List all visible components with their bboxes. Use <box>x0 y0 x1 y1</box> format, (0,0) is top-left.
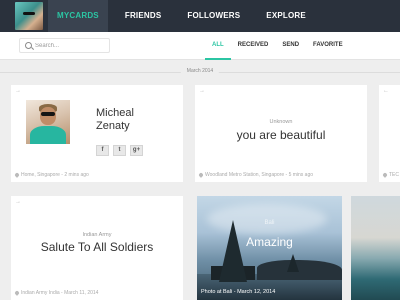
photo-title: Amazing <box>246 235 293 249</box>
social-links: f t g+ <box>96 145 143 156</box>
filter-received[interactable]: RECEIVED <box>231 32 276 60</box>
date-label: March 2014 <box>180 68 220 74</box>
caption-text: Photo at Bali - March 12, 2014 <box>201 289 276 295</box>
photo-caption: Photo at Bali - March 12, 2014 <box>201 289 275 295</box>
top-navbar: MYCARDS FRIENDS FOLLOWERS EXPLORE <box>0 0 400 32</box>
location-pin-icon <box>14 289 20 296</box>
footer-text: Woodland Metro Station, Singapore - 5 mi… <box>205 172 314 178</box>
army-text: Salute To All Soldiers <box>40 240 154 254</box>
main-nav: MYCARDS FRIENDS FOLLOWERS EXPLORE <box>48 0 315 32</box>
photo-shirt <box>30 126 66 144</box>
photo-sunglasses <box>41 112 55 116</box>
nav-explore[interactable]: EXPLORE <box>257 0 315 32</box>
profile-first-name: Micheal <box>96 107 134 119</box>
profile-photo <box>26 100 70 144</box>
army-kicker: Indian Army <box>82 232 112 238</box>
filter-favorite[interactable]: FAVORITE <box>306 32 350 60</box>
photo-head <box>40 107 56 125</box>
search-input[interactable] <box>35 39 107 52</box>
filter-bar: ALL RECEIVED SEND FAVORITE <box>0 32 400 60</box>
location-pin-icon <box>14 171 20 178</box>
army-card[interactable]: → Indian Army Salute To All Soldiers Ind… <box>11 196 183 300</box>
photo-trees <box>257 260 342 280</box>
card-footer: Home, Singapore - 2 mins ago <box>14 171 89 178</box>
photo-small-temple <box>287 254 299 272</box>
nav-followers[interactable]: FOLLOWERS <box>178 0 249 32</box>
photo-card[interactable]: Bali Amazing Photo at Bali - March 12, 2… <box>197 196 342 300</box>
avatar-glasses <box>23 12 35 15</box>
photo-temple <box>219 220 247 282</box>
location-pin-icon <box>198 171 204 178</box>
footer-text: TEC <box>389 172 399 178</box>
location-pin-icon <box>382 171 388 178</box>
share-arrow-icon[interactable]: ← <box>383 88 389 94</box>
share-arrow-icon[interactable]: → <box>15 199 21 205</box>
card-footer: Woodland Metro Station, Singapore - 5 mi… <box>198 171 314 178</box>
edge-photo-card[interactable] <box>351 196 400 300</box>
profile-name: Micheal Zenaty <box>96 107 134 133</box>
search-box[interactable] <box>19 38 110 53</box>
share-arrow-icon[interactable]: → <box>199 88 205 94</box>
date-divider: March 2014 <box>0 66 400 78</box>
footer-text: Home, Singapore - 2 mins ago <box>21 172 89 178</box>
quote-text: you are beautiful <box>236 128 326 142</box>
photo-kicker: Bali <box>264 220 275 226</box>
profile-card[interactable]: → Home, Singapore - 2 mins ago <box>11 85 183 182</box>
google-plus-icon[interactable]: g+ <box>130 145 143 156</box>
card-footer: Indian Army India - March 11, 2014 <box>14 289 99 296</box>
profile-last-name: Zenaty <box>96 120 130 132</box>
filter-tabs: ALL RECEIVED SEND FAVORITE <box>205 32 350 60</box>
edge-card-top[interactable]: ← TEC <box>379 85 400 182</box>
user-avatar[interactable] <box>15 2 43 30</box>
card-footer: TEC <box>382 171 399 178</box>
search-icon <box>25 42 32 49</box>
facebook-icon[interactable]: f <box>96 145 109 156</box>
quote-author: Unknown <box>269 119 293 125</box>
quote-card[interactable]: → Unknown you are beautiful Woodland Met… <box>195 85 367 182</box>
filter-send[interactable]: SEND <box>275 32 306 60</box>
twitter-icon[interactable]: t <box>113 145 126 156</box>
filter-all[interactable]: ALL <box>205 32 231 60</box>
nav-mycards[interactable]: MYCARDS <box>48 0 108 32</box>
share-arrow-icon[interactable]: → <box>15 88 21 94</box>
nav-friends[interactable]: FRIENDS <box>116 0 171 32</box>
footer-text: Indian Army India - March 11, 2014 <box>21 290 99 296</box>
